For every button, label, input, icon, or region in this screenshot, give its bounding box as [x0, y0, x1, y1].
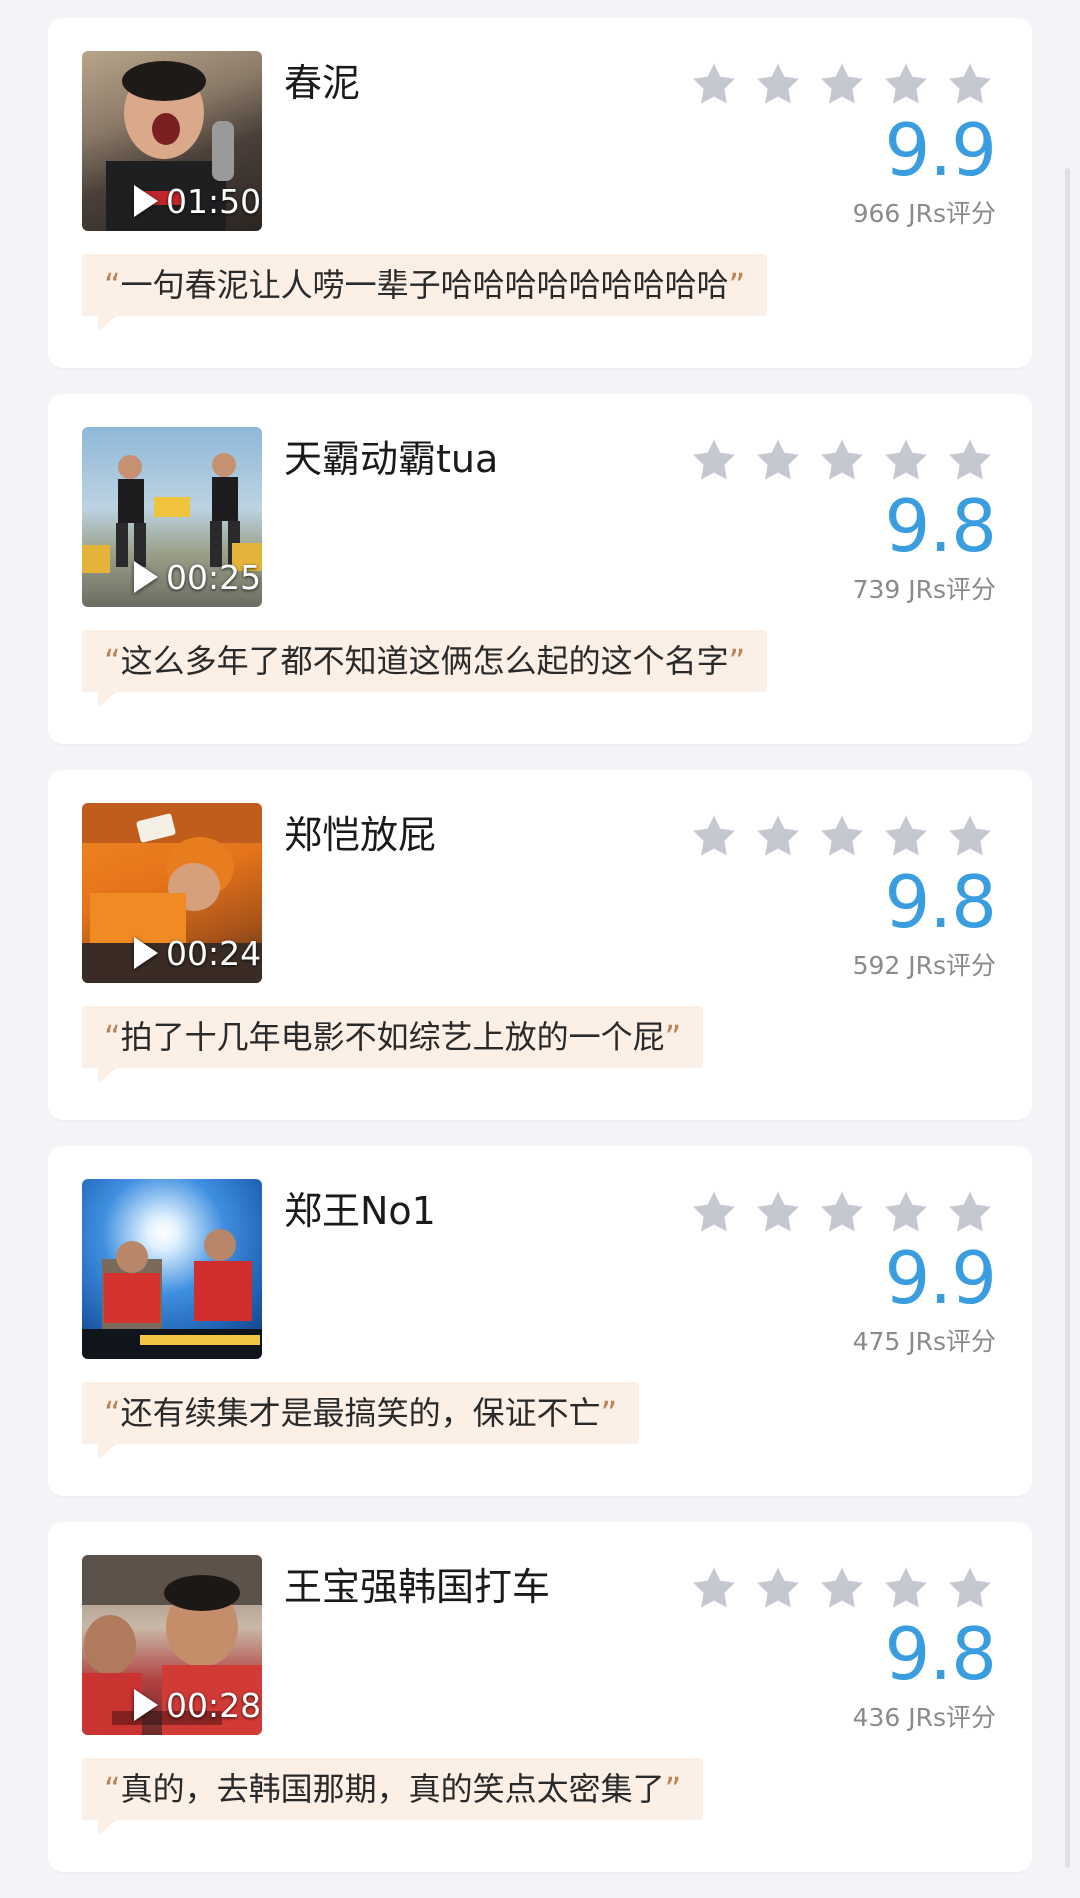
quote-text: 拍了十几年电影不如综艺上放的一个屁: [120, 1018, 665, 1056]
video-duration: 00:28: [166, 1686, 262, 1725]
quote-open: “: [104, 1018, 121, 1056]
video-duration: 00:25: [166, 558, 262, 597]
star-icon: [818, 1188, 866, 1236]
item-title[interactable]: 春泥: [284, 52, 360, 107]
quote-close: ”: [728, 642, 746, 680]
star-icon: [754, 1188, 802, 1236]
quote-close: ”: [664, 1770, 682, 1808]
quote-bubble: “拍了十几年电影不如综艺上放的一个屁”: [82, 1006, 704, 1084]
item-title[interactable]: 王宝强韩国打车: [284, 1556, 550, 1611]
quote-text: 这么多年了都不知道这俩怎么起的这个名字: [120, 642, 729, 680]
star-icon: [754, 1564, 802, 1612]
play-icon: [134, 937, 158, 969]
vote-count: 475 JRs评分: [852, 1327, 996, 1356]
quote-text: 真的，去韩国那期，真的笑点太密集了: [120, 1770, 665, 1808]
star-icon: [818, 436, 866, 484]
star-icon: [882, 1188, 930, 1236]
score-value: 9.8: [884, 860, 997, 944]
vote-count: 739 JRs评分: [852, 575, 996, 604]
video-duration: 01:50: [166, 182, 262, 221]
vote-count: 966 JRs评分: [852, 199, 996, 228]
item-title[interactable]: 天霸动霸tua: [284, 428, 498, 483]
rating-list: 01:50 春泥 9.9 966 JRs评分 “一句春泥让人唠一辈子哈哈哈哈哈哈…: [48, 18, 1032, 1898]
quote-open: “: [104, 1394, 121, 1432]
star-rating: [690, 1564, 994, 1612]
list-item[interactable]: 00:24 郑恺放屁 9.8 592 JRs评分 “拍了十几年电影不如综艺上放的…: [48, 770, 1032, 1120]
star-icon: [946, 436, 994, 484]
video-duration: 00:24: [166, 934, 262, 973]
vote-count: 592 JRs评分: [852, 951, 996, 980]
quote-open: “: [104, 266, 121, 304]
quote-text: 一句春泥让人唠一辈子哈哈哈哈哈哈哈哈哈: [120, 266, 729, 304]
play-icon: [134, 1689, 158, 1721]
play-icon: [134, 561, 158, 593]
score-value: 9.8: [884, 1612, 997, 1696]
item-title[interactable]: 郑王No1: [284, 1180, 436, 1235]
vote-count: 436 JRs评分: [852, 1703, 996, 1732]
star-icon: [946, 60, 994, 108]
list-item[interactable]: 01:50 春泥 9.9 966 JRs评分 “一句春泥让人唠一辈子哈哈哈哈哈哈…: [48, 18, 1032, 368]
star-icon: [754, 60, 802, 108]
star-rating: [690, 1188, 994, 1236]
quote-bubble: “还有续集才是最搞笑的，保证不亡”: [82, 1382, 640, 1460]
star-icon: [690, 812, 738, 860]
star-icon: [882, 812, 930, 860]
quote-bubble: “一句春泥让人唠一辈子哈哈哈哈哈哈哈哈哈”: [82, 254, 768, 332]
star-icon: [690, 60, 738, 108]
item-title[interactable]: 郑恺放屁: [284, 804, 436, 859]
video-thumbnail[interactable]: 01:50: [82, 51, 262, 231]
video-thumbnail[interactable]: 00:28: [82, 1555, 262, 1735]
star-icon: [818, 60, 866, 108]
quote-close: ”: [728, 266, 746, 304]
quote-text: 还有续集才是最搞笑的，保证不亡: [120, 1394, 601, 1432]
scrollbar[interactable]: [1065, 168, 1070, 1868]
list-item[interactable]: 郑王No1 9.9 475 JRs评分 “还有续集才是最搞笑的，保证不亡”: [48, 1146, 1032, 1496]
quote-close: ”: [600, 1394, 618, 1432]
quote-close: ”: [664, 1018, 682, 1056]
star-icon: [882, 1564, 930, 1612]
star-icon: [690, 436, 738, 484]
star-icon: [754, 436, 802, 484]
star-icon: [946, 1188, 994, 1236]
video-thumbnail[interactable]: 00:25: [82, 427, 262, 607]
star-icon: [754, 812, 802, 860]
quote-open: “: [104, 1770, 121, 1808]
star-icon: [882, 436, 930, 484]
quote-open: “: [104, 642, 121, 680]
score-value: 9.8: [884, 484, 997, 568]
video-thumbnail[interactable]: 00:24: [82, 803, 262, 983]
score-value: 9.9: [884, 1236, 997, 1320]
star-icon: [946, 812, 994, 860]
quote-bubble: “真的，去韩国那期，真的笑点太密集了”: [82, 1758, 704, 1836]
star-rating: [690, 812, 994, 860]
star-icon: [818, 1564, 866, 1612]
score-value: 9.9: [884, 108, 997, 192]
star-icon: [882, 60, 930, 108]
list-item[interactable]: 00:28 王宝强韩国打车 9.8 436 JRs评分 “真的，去韩国那期，真的…: [48, 1522, 1032, 1872]
quote-bubble: “这么多年了都不知道这俩怎么起的这个名字”: [82, 630, 768, 708]
star-rating: [690, 436, 994, 484]
video-thumbnail[interactable]: [82, 1179, 262, 1359]
star-icon: [690, 1188, 738, 1236]
star-icon: [818, 812, 866, 860]
thumbnail-image: [82, 1179, 262, 1359]
star-icon: [690, 1564, 738, 1612]
star-icon: [946, 1564, 994, 1612]
play-icon: [134, 185, 158, 217]
star-rating: [690, 60, 994, 108]
list-item[interactable]: 00:25 天霸动霸tua 9.8 739 JRs评分 “这么多年了都不知道这俩…: [48, 394, 1032, 744]
